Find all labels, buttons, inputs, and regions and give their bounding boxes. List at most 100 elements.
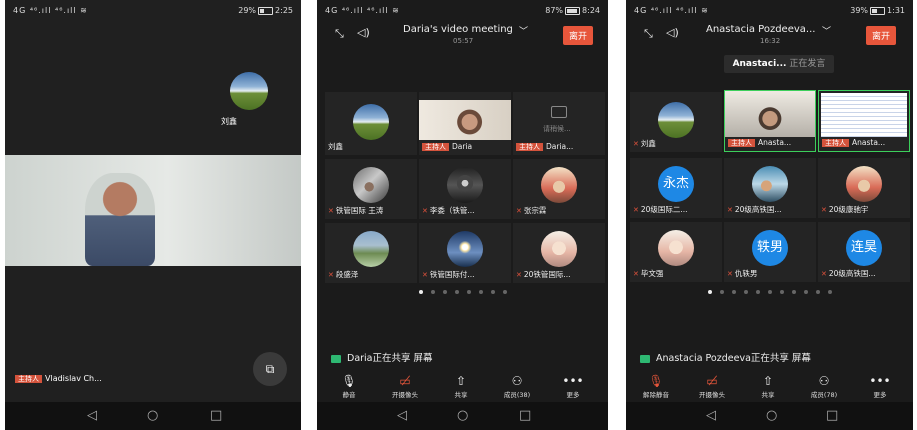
participant-name: 刘鑫: [328, 142, 343, 151]
home-icon[interactable]: ○: [147, 408, 158, 423]
mic-muted-icon: ✕: [727, 206, 733, 214]
meeting-title[interactable]: Daria's video meeting: [403, 24, 513, 35]
phone-screen-2: 4G ⁴⁶.ıll ⁴⁶.ıll ≋ 87% 8:24 ⤡ ◁) Daria's …: [317, 0, 608, 430]
participant-tile[interactable]: 主持人 Daria: [419, 92, 511, 155]
members-icon: ⚇: [511, 374, 523, 388]
camera-button[interactable]: ▭̸ 开摄像头: [383, 373, 427, 399]
back-icon[interactable]: ◁: [706, 408, 716, 423]
signal-status: 4G ⁴⁶.ıll ⁴⁶.ıll ≋: [634, 6, 709, 15]
status-bar: 4G ⁴⁶.ıll ⁴⁶.ıll ≋ 87% 8:24: [317, 0, 608, 22]
participant-name: ✕ 张宗霖: [516, 206, 547, 215]
mic-muted-icon: ✕: [328, 207, 334, 215]
meeting-header: ⤡ ◁) Anastacia Pozdeeva... ﹀ 16:32 离开: [626, 22, 913, 52]
recent-apps-icon[interactable]: □: [210, 408, 222, 423]
participant-tile[interactable]: ✕ 刘鑫: [630, 92, 722, 152]
host-badge: 主持人: [822, 139, 849, 147]
participant-tile[interactable]: ✕ 20级高铁国...: [724, 158, 816, 218]
participant-video: [419, 100, 511, 140]
screen-share-icon: [551, 106, 567, 118]
participant-tile[interactable]: ✕ 段盛泽: [325, 223, 417, 283]
participant-name: ✕ 20级国际二...: [633, 205, 688, 214]
recent-apps-icon[interactable]: □: [826, 408, 838, 423]
system-nav-bar: ◁ ○ □: [626, 402, 913, 430]
camera-button[interactable]: ▭̸ 开摄像头: [690, 373, 734, 399]
participant-avatar: [541, 167, 577, 203]
more-button[interactable]: ••• 更多: [551, 373, 595, 399]
participant-tile[interactable]: ✕ 毕文强: [630, 222, 722, 282]
share-button[interactable]: ⇧ 共享: [746, 373, 790, 399]
main-video[interactable]: [5, 155, 301, 266]
share-notice[interactable]: Daria正在共享 屏幕: [331, 350, 433, 364]
participant-tile[interactable]: ✕ 张宗霖: [513, 159, 605, 219]
meeting-timer: 05:57: [453, 37, 474, 45]
minimize-icon[interactable]: ⤡: [335, 27, 344, 41]
participant-tile[interactable]: 主持人 Anasta...: [818, 90, 910, 152]
microphone-icon: 🎙︎: [341, 374, 357, 388]
home-icon[interactable]: ○: [766, 408, 777, 423]
leave-button[interactable]: 离开: [563, 26, 594, 45]
back-icon[interactable]: ◁: [87, 408, 97, 423]
leave-button[interactable]: 离开: [866, 26, 897, 45]
members-icon: ⚇: [818, 374, 830, 388]
active-speaker-banner: Anastaci... 正在发言: [724, 55, 834, 73]
share-button[interactable]: ⇧ 共享: [439, 373, 483, 399]
page-indicator[interactable]: [317, 290, 608, 294]
participant-name: ✕ 仇轶男: [727, 269, 758, 278]
participant-name: 主持人 Anasta...: [728, 138, 791, 148]
participant-tile[interactable]: ✕ 李委（铁管...: [419, 159, 511, 219]
host-badge: 主持人: [516, 143, 543, 151]
participant-avatar[interactable]: [230, 72, 268, 110]
participant-name: ✕ 20级高铁国...: [727, 205, 782, 214]
recent-apps-icon[interactable]: □: [519, 408, 531, 423]
share-screen-icon: [331, 354, 341, 363]
members-button[interactable]: ⚇ 成员(78): [802, 373, 846, 399]
participant-tile[interactable]: ✕ 20级康驰宇: [818, 158, 910, 218]
mic-muted-icon: ✕: [821, 270, 827, 278]
participant-avatar: [658, 230, 694, 266]
speaker-icon[interactable]: ◁): [357, 26, 370, 39]
participant-name: ✕ 20级康驰宇: [821, 205, 869, 214]
mic-muted-icon: ✕: [328, 271, 334, 279]
shared-document-preview: [821, 93, 907, 137]
mic-muted-icon: ✕: [727, 270, 733, 278]
participant-tile[interactable]: 轶男 ✕ 仇轶男: [724, 222, 816, 282]
signal-status: 4G ⁴⁶.ıll ⁴⁶.ıll ≋: [13, 6, 88, 15]
share-screen-icon: [640, 354, 650, 363]
chevron-down-icon[interactable]: ﹀: [822, 24, 831, 37]
host-badge: 主持人: [15, 375, 42, 383]
back-icon[interactable]: ◁: [397, 408, 407, 423]
participant-tile[interactable]: 永杰 ✕ 20级国际二...: [630, 158, 722, 218]
unmute-button[interactable]: 🎙︎ 解除静音: [634, 373, 678, 399]
more-icon: •••: [562, 374, 584, 388]
mic-muted-icon: ✕: [633, 140, 639, 148]
participant-name: ✕ 铁管国际 王涛: [328, 206, 384, 215]
page-indicator[interactable]: [626, 290, 913, 294]
participant-video: [725, 91, 815, 137]
participant-tile[interactable]: 刘鑫: [325, 92, 417, 155]
minimize-icon[interactable]: ⤡: [644, 27, 653, 41]
speaker-figure: [85, 173, 155, 266]
share-notice[interactable]: Anastacia Pozdeeva正在共享 屏幕: [640, 350, 811, 364]
participant-tile[interactable]: 主持人 Anasta...: [724, 90, 816, 152]
status-bar: 4G ⁴⁶.ıll ⁴⁶.ıll ≋ 29% 2:25: [5, 0, 301, 22]
phone-screen-1: 4G ⁴⁶.ıll ⁴⁶.ıll ≋ 29% 2:25 刘鑫 主持人 Vladisl…: [5, 0, 301, 430]
home-icon[interactable]: ○: [457, 408, 468, 423]
mic-muted-icon: ✕: [633, 206, 639, 214]
participant-tile[interactable]: 请稍候... 主持人 Daria...: [513, 92, 605, 155]
meeting-title[interactable]: Anastacia Pozdeeva...: [706, 24, 815, 35]
share-screen-icon: ⇧: [455, 374, 467, 388]
speaker-icon[interactable]: ◁): [666, 26, 679, 39]
participant-tile[interactable]: ✕ 20铁管国际...: [513, 223, 605, 283]
mute-button[interactable]: 🎙︎ 静音: [327, 373, 371, 399]
signal-status: 4G ⁴⁶.ıll ⁴⁶.ıll ≋: [325, 6, 400, 15]
mic-muted-icon: ✕: [633, 270, 639, 278]
more-button[interactable]: ••• 更多: [858, 373, 902, 399]
chevron-down-icon[interactable]: ﹀: [519, 24, 528, 37]
camera-switch-icon[interactable]: ⧉: [253, 352, 287, 386]
participant-tile[interactable]: 连昊 ✕ 20级高铁国...: [818, 222, 910, 282]
participant-tile[interactable]: ✕ 铁管国际付...: [419, 223, 511, 283]
participant-tile[interactable]: ✕ 铁管国际 王涛: [325, 159, 417, 219]
members-button[interactable]: ⚇ 成员(38): [495, 373, 539, 399]
phone-screen-3: 4G ⁴⁶.ıll ⁴⁶.ıll ≋ 39% 1:31 ⤡ ◁) Anastaci…: [626, 0, 913, 430]
share-screen-icon: ⇧: [762, 374, 774, 388]
